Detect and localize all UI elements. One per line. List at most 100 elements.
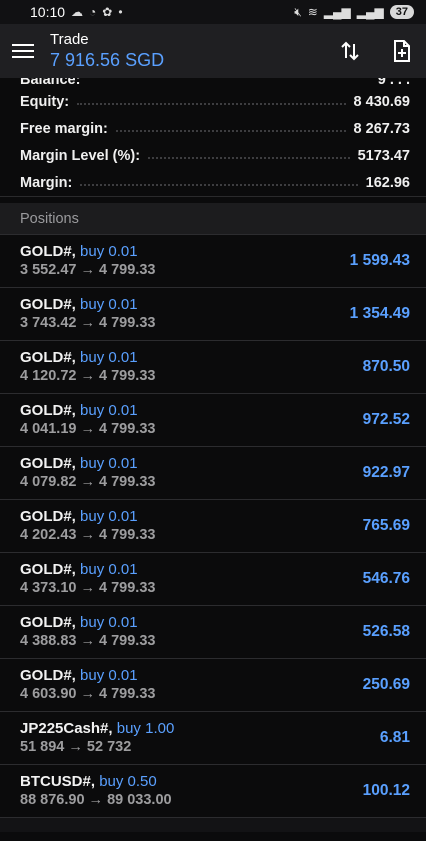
position-symbol: GOLD#, — [20, 243, 76, 260]
summary-value: 162.96 — [365, 174, 410, 191]
positions-list: GOLD#, buy 0.01 3 552.47 → 4 799.33 1 59… — [0, 234, 426, 817]
position-title: GOLD#, buy 0.01 — [20, 402, 155, 420]
position-title: BTCUSD#, buy 0.50 — [20, 773, 172, 791]
position-info: GOLD#, buy 0.01 4 373.10 → 4 799.33 — [20, 561, 155, 597]
position-profit: 100.12 — [362, 782, 410, 799]
position-row[interactable]: BTCUSD#, buy 0.50 88 876.90 → 89 033.00 … — [0, 764, 426, 817]
position-info: GOLD#, buy 0.01 4 388.83 → 4 799.33 — [20, 614, 155, 650]
whatsapp-icon: ◔ — [89, 5, 97, 19]
page-title: Trade — [50, 31, 89, 48]
summary-label: Margin: — [20, 174, 73, 191]
position-profit: 972.52 — [362, 411, 410, 428]
position-side: buy 0.01 — [80, 561, 138, 578]
position-prices: 4 120.72 → 4 799.33 — [20, 368, 156, 384]
flower-icon: ✿ — [102, 5, 113, 19]
position-symbol: GOLD#, — [20, 508, 76, 525]
app-header: Trade 7 916.56 SGD — [0, 24, 426, 78]
position-prices: 4 079.82 → 4 799.33 — [20, 474, 156, 490]
position-profit: 546.76 — [362, 570, 410, 587]
position-prices: 4 041.19 → 4 799.33 — [20, 421, 156, 437]
position-profit: 765.69 — [362, 517, 410, 534]
position-title: GOLD#, buy 0.01 — [20, 667, 155, 685]
position-title: GOLD#, buy 0.01 — [20, 296, 155, 314]
menu-icon[interactable] — [12, 44, 34, 58]
position-row[interactable]: GOLD#, buy 0.01 3 743.42 → 4 799.33 1 35… — [0, 287, 426, 340]
position-symbol: GOLD#, — [20, 614, 76, 631]
dot-leader — [115, 129, 346, 132]
summary-value: 8 267.73 — [353, 120, 410, 137]
position-symbol: JP225Cash#, — [20, 720, 113, 737]
position-symbol: GOLD#, — [20, 349, 76, 366]
position-title: GOLD#, buy 0.01 — [20, 561, 155, 579]
position-side: buy 0.01 — [80, 402, 138, 419]
position-info: GOLD#, buy 0.01 4 120.72 → 4 799.33 — [20, 349, 155, 385]
summary-label: Balance: — [20, 78, 81, 88]
position-profit: 922.97 — [362, 464, 410, 481]
position-row[interactable]: GOLD#, buy 0.01 4 041.19 → 4 799.33 972.… — [0, 393, 426, 446]
summary-row-equity: Equity: 8 430.69 — [20, 88, 410, 115]
summary-row-margin-level: Margin Level (%): 5173.47 — [20, 142, 410, 169]
position-row[interactable]: GOLD#, buy 0.01 4 079.82 → 4 799.33 922.… — [0, 446, 426, 499]
position-info: GOLD#, buy 0.01 3 552.47 → 4 799.33 — [20, 243, 155, 279]
position-profit: 6.81 — [379, 729, 410, 746]
position-row[interactable]: GOLD#, buy 0.01 4 202.43 → 4 799.33 765.… — [0, 499, 426, 552]
position-title: GOLD#, buy 0.01 — [20, 455, 155, 473]
signal-icon-2: ▂▄▆ — [356, 5, 384, 19]
status-right: 🔇︎ ≋ ▂▄▆ ▂▄▆ 37 — [294, 5, 414, 20]
dot-leader — [77, 102, 346, 105]
summary-value: 9 . . . — [377, 78, 410, 88]
position-row[interactable]: GOLD#, buy 0.01 4 120.72 → 4 799.33 870.… — [0, 340, 426, 393]
new-order-icon[interactable] — [390, 39, 414, 63]
position-prices: 4 603.90 → 4 799.33 — [20, 686, 156, 702]
position-prices: 51 894 → 52 732 — [20, 739, 132, 755]
position-side: buy 0.01 — [80, 455, 138, 472]
position-side: buy 0.01 — [80, 349, 138, 366]
account-summary: Balance: 9 . . . Equity: 8 430.69 Free m… — [0, 78, 426, 197]
position-symbol: GOLD#, — [20, 667, 76, 684]
position-info: BTCUSD#, buy 0.50 88 876.90 → 89 033.00 — [20, 773, 172, 809]
position-row[interactable]: GOLD#, buy 0.01 3 552.47 → 4 799.33 1 59… — [0, 234, 426, 287]
status-left: 10:10 ☁ ◔ ✿ • — [30, 4, 123, 20]
summary-label: Free margin: — [20, 120, 108, 137]
header-balance: 7 916.56 SGD — [50, 50, 165, 70]
position-info: GOLD#, buy 0.01 3 743.42 → 4 799.33 — [20, 296, 155, 332]
position-row[interactable]: GOLD#, buy 0.01 4 373.10 → 4 799.33 546.… — [0, 552, 426, 605]
position-row[interactable]: GOLD#, buy 0.01 4 388.83 → 4 799.33 526.… — [0, 605, 426, 658]
sort-icon[interactable] — [338, 39, 362, 63]
position-symbol: GOLD#, — [20, 402, 76, 419]
position-side: buy 0.01 — [80, 508, 138, 525]
position-prices: 88 876.90 → 89 033.00 — [20, 792, 172, 808]
position-side: buy 0.50 — [99, 773, 157, 790]
position-symbol: BTCUSD#, — [20, 773, 96, 790]
summary-value: 5173.47 — [357, 147, 410, 164]
position-title: GOLD#, buy 0.01 — [20, 243, 155, 261]
header-actions — [338, 39, 414, 63]
status-bar: 10:10 ☁ ◔ ✿ • 🔇︎ ≋ ▂▄▆ ▂▄▆ 37 — [0, 0, 426, 24]
position-info: GOLD#, buy 0.01 4 202.43 → 4 799.33 — [20, 508, 155, 544]
summary-value: 8 430.69 — [353, 93, 410, 110]
position-info: GOLD#, buy 0.01 4 603.90 → 4 799.33 — [20, 667, 155, 703]
summary-row-free-margin: Free margin: 8 267.73 — [20, 115, 410, 142]
position-side: buy 1.00 — [116, 720, 175, 737]
position-profit: 870.50 — [362, 358, 410, 375]
summary-label: Equity: — [20, 93, 70, 110]
position-title: GOLD#, buy 0.01 — [20, 508, 155, 526]
position-side: buy 0.01 — [80, 296, 138, 313]
position-symbol: GOLD#, — [20, 296, 76, 313]
title-block: Trade 7 916.56 SGD — [50, 31, 164, 71]
position-profit: 526.58 — [362, 623, 410, 640]
position-profit: 1 599.43 — [349, 252, 410, 269]
position-symbol: GOLD#, — [20, 455, 76, 472]
position-info: GOLD#, buy 0.01 4 079.82 → 4 799.33 — [20, 455, 155, 491]
position-row[interactable]: GOLD#, buy 0.01 4 603.90 → 4 799.33 250.… — [0, 658, 426, 711]
position-profit: 250.69 — [362, 676, 410, 693]
position-row[interactable]: JP225Cash#, buy 1.00 51 894 → 52 732 6.8… — [0, 711, 426, 764]
summary-row-balance: Balance: 9 . . . — [20, 78, 410, 88]
position-symbol: GOLD#, — [20, 561, 76, 578]
status-time: 10:10 — [30, 4, 66, 20]
position-prices: 4 388.83 → 4 799.33 — [20, 633, 156, 649]
positions-header: Positions — [0, 197, 426, 234]
summary-row-margin: Margin: 162.96 — [20, 169, 410, 196]
dot-icon: • — [118, 5, 123, 19]
dot-leader — [80, 183, 358, 186]
